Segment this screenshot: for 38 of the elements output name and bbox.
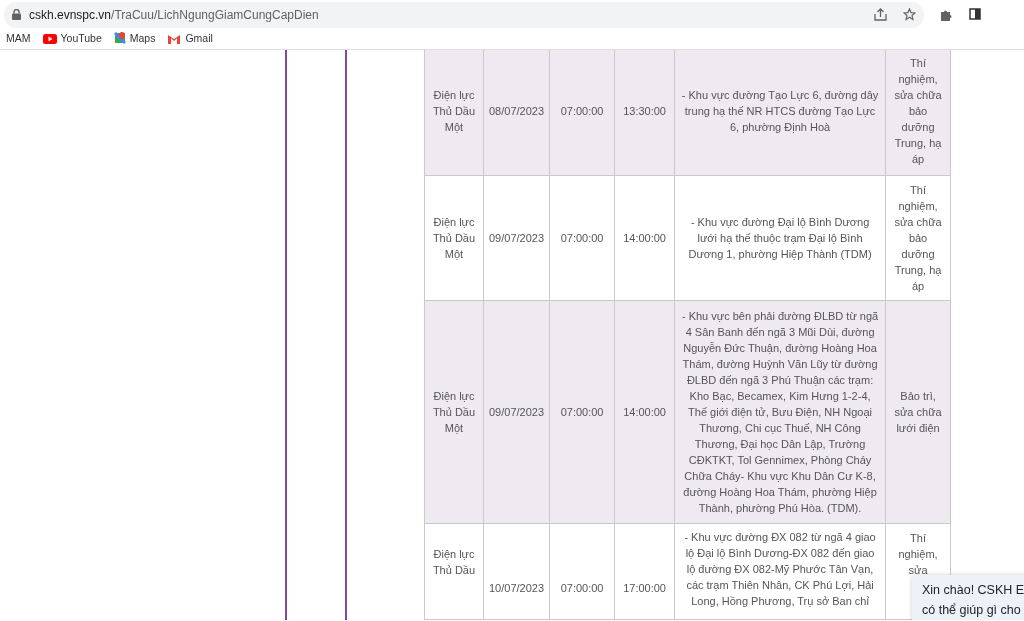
area-cell: - Khu vực đường Đại lộ Bình Dương lưới hạ thế thuộc trạm Đại lộ Bình Dương 1, phường Hiệp Thành (TDM) (674, 175, 886, 300)
start-time-cell: 07:00:00 (549, 50, 615, 175)
unit-cell: Điện lực Thủ Dầu Một (424, 300, 484, 523)
date-cell: 09/07/2023 (483, 300, 550, 523)
reason-cell: Thí nghiệm, sửa chữa bảo dưỡng Trung, hạ áp (885, 175, 951, 300)
unit-cell: Điện lực Thủ Dầu Một (424, 50, 484, 175)
start-time-cell: 07:00:00 (549, 175, 615, 300)
share-icon[interactable] (874, 8, 887, 21)
url-host: cskh.evnspc.vn (29, 6, 112, 24)
star-icon[interactable] (903, 8, 916, 21)
unit-cell: Điện lực Thủ Dầu (424, 523, 484, 619)
end-time-cell: 17:00:00 (614, 523, 675, 619)
area-cell: - Khu vực đường Tạo Lực 6, đường dây trung hạ thế NR HTCS đường Tạo Lực 6, phường Định Hoà (674, 50, 886, 175)
lock-icon (12, 9, 21, 20)
date-cell: 10/07/2023 (483, 523, 550, 619)
url-path: /TraCuu/LichNgungGiamCungCapDien (111, 6, 319, 24)
area-cell: - Khu vực đường ĐX 082 từ ngã 4 giao lộ Đại lộ Bình Dương-ĐX 082 đến giao lộ đường ĐX 082-Mỹ Phước Tân Vạn, các trạm Thiên Nhân, CK Phú Lợi, Hải Long, Hồng Phương, Trụ sở Ban chỉ (674, 523, 886, 619)
play-icon (42, 33, 57, 44)
date-cell: 09/07/2023 (483, 175, 550, 300)
end-time-cell: 14:00:00 (614, 300, 675, 523)
chat-popup[interactable]: Xin chào! CSKH E có thể giúp gì cho (912, 575, 1024, 620)
map-pin-icon (113, 32, 126, 45)
end-time-cell: 14:00:00 (614, 175, 675, 300)
reason-cell: Bảo trì, sửa chữa lưới điện (885, 300, 951, 523)
unit-cell: Điện lực Thủ Dầu Một (424, 175, 484, 300)
area-cell: - Khu vực bên phải đường ĐLBD từ ngã 4 Sân Banh đến ngã 3 Mũi Dùi, đường Nguyễn Đức Thuận, đường Hoàng Hoa Thám, đường Huỳnh Văn Lũy từ đường ĐLBD đến ngã 3 Phú Thuận các trạm: Kho Bạc, Becamex, Kim Hưng 1-2-4, Thế giới điện tử, Bưu Điện, NH Ngoại Thương, Chi cục Thuế, NH Công Thương, Đại học Dân Lập, Trường CĐKTKT, Tol Gennimex, Phòng Cháy Chữa Cháy- Khu vực Khu Dân Cư K-8, đường Hoàng Hoa Thám, phường Hiệp Thành, phường Phú Hòa. (TDM). (674, 300, 886, 523)
start-time-cell: 07:00:00 (549, 300, 615, 523)
bookmark[interactable]: MAM (0, 30, 37, 47)
address-bar[interactable]: cskh.evnspc.vn/TraCuu/LichNgungGiamCungCapDien (4, 1, 924, 28)
end-time-cell: 13:30:00 (614, 50, 675, 175)
bookmark[interactable]: Maps (107, 30, 162, 47)
bookmark[interactable]: Gmail (161, 30, 219, 47)
date-cell: 08/07/2023 (483, 50, 550, 175)
mail-icon (167, 32, 182, 45)
reason-cell: Thí nghiệm, sửa chữa bảo dưỡng Trung, hạ áp (885, 50, 951, 175)
bookmark[interactable]: YouTube (36, 30, 108, 47)
start-time-cell: 07:00:00 (549, 523, 615, 619)
sidebar-icon[interactable] (969, 8, 981, 20)
